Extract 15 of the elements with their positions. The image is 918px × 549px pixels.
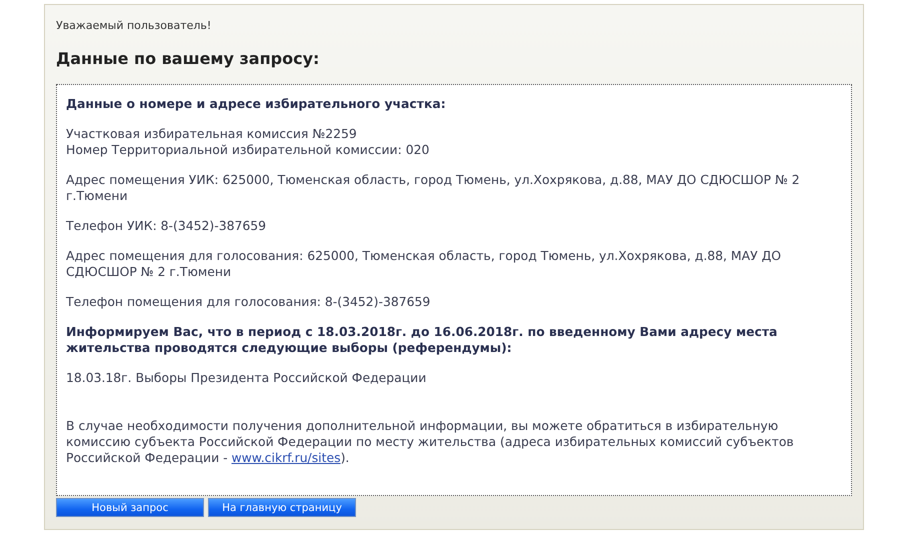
info-text: Адрес помещения для голосования: 625000, Тюменская область, город Тюмень, ул.Хохрякова, д.88, МАУ ДО СДЮСШОР № 2 г.Тюмени xyxy=(66,248,782,280)
info-text: Телефон помещения для голосования: 8-(3452)-387659 xyxy=(66,294,432,310)
sites-link[interactable]: www.cikrf.ru/sites xyxy=(231,450,341,465)
nav-button[interactable]: На главную страницу xyxy=(208,498,356,517)
info-text: 18.03.18г. Выборы Президента Российской Федерации xyxy=(66,370,428,386)
info-text: Номер Территориальной избирательной комиссии: 020 xyxy=(66,142,430,158)
info-text: В случае необходимости получения дополнительной информации, вы можете обратиться в избирательную комиссию субъекта Российской Федерации по месту жительства (адреса избирательных комиссий субъектов Российской Федерации - www.cikrf.ru/sites). xyxy=(66,418,795,466)
info-text: Телефон УИК: 8-(3452)-387659 xyxy=(66,218,268,234)
section-heading: Данные о номере и адресе избирательного участка: xyxy=(66,96,447,112)
page-title: Данные по вашему запросу: xyxy=(56,49,320,68)
greeting-text: Уважаемый пользователь! xyxy=(56,19,212,32)
nav-button[interactable]: Новый запрос xyxy=(56,498,204,517)
info-text: Участковая избирательная комиссия №2259 xyxy=(66,126,358,142)
info-text: Адрес помещения УИК: 625000, Тюменская область, город Тюмень, ул.Хохрякова, д.88, МАУ ДО СДЮСШОР № 2 г.Тюмени xyxy=(66,172,801,204)
section-heading: Информируем Вас, что в период с 18.03.2018г. до 16.06.2018г. по введенному Вами адресу места жительства проводятся следующие выборы (референдумы): xyxy=(66,324,778,356)
